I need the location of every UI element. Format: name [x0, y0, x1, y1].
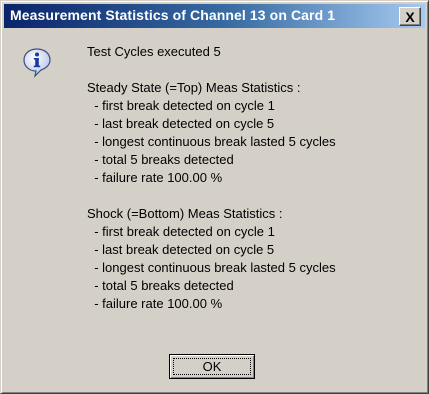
close-button[interactable]: X: [399, 7, 421, 26]
message-line: [87, 61, 336, 79]
message-line: Steady State (=Top) Meas Statistics :: [87, 80, 301, 95]
window-title: Measurement Statistics of Channel 13 on …: [10, 7, 336, 23]
message-line: [87, 187, 336, 205]
message-line: - total 5 breaks detected: [87, 278, 234, 293]
message-line: - first break detected on cycle 1: [87, 224, 275, 239]
message-line: - failure rate 100.00 %: [87, 170, 223, 185]
information-icon: [23, 48, 51, 78]
message-line: - failure rate 100.00 %: [87, 296, 223, 311]
message-line: - last break detected on cycle 5: [87, 242, 275, 257]
message-text: Test Cycles executed 5 Steady State (=To…: [87, 43, 336, 313]
message-line: Test Cycles executed 5: [87, 44, 221, 59]
message-line: Shock (=Bottom) Meas Statistics :: [87, 206, 283, 221]
title-bar[interactable]: Measurement Statistics of Channel 13 on …: [4, 4, 425, 28]
message-line: - longest continuous break lasted 5 cycl…: [87, 260, 336, 275]
ok-button-label: OK: [202, 359, 222, 374]
message-line: - first break detected on cycle 1: [87, 98, 275, 113]
message-line: - total 5 breaks detected: [87, 152, 234, 167]
message-line: - longest continuous break lasted 5 cycl…: [87, 134, 336, 149]
ok-button[interactable]: OK: [169, 354, 255, 379]
message-line: - last break detected on cycle 5: [87, 116, 275, 131]
message-dialog: Measurement Statistics of Channel 13 on …: [0, 0, 429, 394]
